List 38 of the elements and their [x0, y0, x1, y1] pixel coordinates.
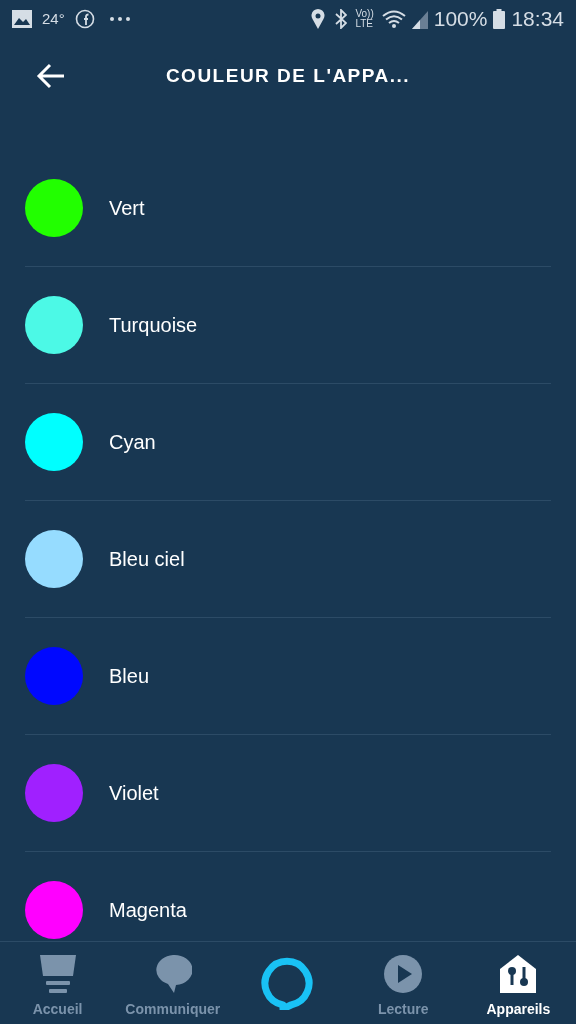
- clock-time: 18:34: [511, 6, 564, 33]
- color-name: Bleu: [109, 664, 150, 689]
- nav-tab[interactable]: Lecture: [345, 942, 461, 1024]
- color-name: Vert: [109, 196, 145, 221]
- color-option[interactable]: Cyan: [25, 384, 551, 501]
- color-option[interactable]: Bleu: [25, 618, 551, 735]
- battery-icon: [493, 9, 506, 29]
- color-name: Magenta: [109, 898, 187, 923]
- back-button[interactable]: [36, 62, 66, 90]
- nav-tab[interactable]: Accueil: [0, 942, 116, 1024]
- location-icon: [311, 9, 326, 29]
- bluetooth-icon: [335, 9, 348, 29]
- lamp-icon: [38, 954, 77, 994]
- more-icon: [108, 16, 131, 22]
- color-name: Violet: [109, 781, 159, 806]
- facebook-icon: [74, 9, 95, 29]
- nav-tab[interactable]: Appareils: [460, 942, 576, 1024]
- volte-label: Vo)): [355, 9, 374, 19]
- nav-tab[interactable]: Communiquer: [115, 942, 231, 1024]
- color-option[interactable]: Bleu ciel: [25, 501, 551, 618]
- signal-icon: [409, 9, 428, 29]
- color-name: Turquoise: [109, 313, 198, 338]
- wifi-icon: [381, 9, 408, 29]
- speech-bubble-icon: [153, 954, 192, 994]
- play-icon: [383, 954, 424, 994]
- volte-label: LTE: [355, 19, 373, 29]
- gallery-icon: [12, 10, 32, 28]
- house-icon: [499, 954, 538, 994]
- temperature-text: 24°: [42, 8, 65, 29]
- page-title: COULEUR DE L'APPA...: [165, 63, 411, 88]
- color-option[interactable]: Turquoise: [25, 267, 551, 384]
- color-name: Cyan: [109, 430, 156, 455]
- battery-text: 100%: [433, 6, 488, 33]
- color-name: Bleu ciel: [109, 547, 185, 572]
- ring-icon: [261, 956, 315, 1010]
- color-option[interactable]: Violet: [25, 735, 551, 852]
- color-option[interactable]: Vert: [25, 150, 551, 267]
- back-icon: [36, 62, 66, 90]
